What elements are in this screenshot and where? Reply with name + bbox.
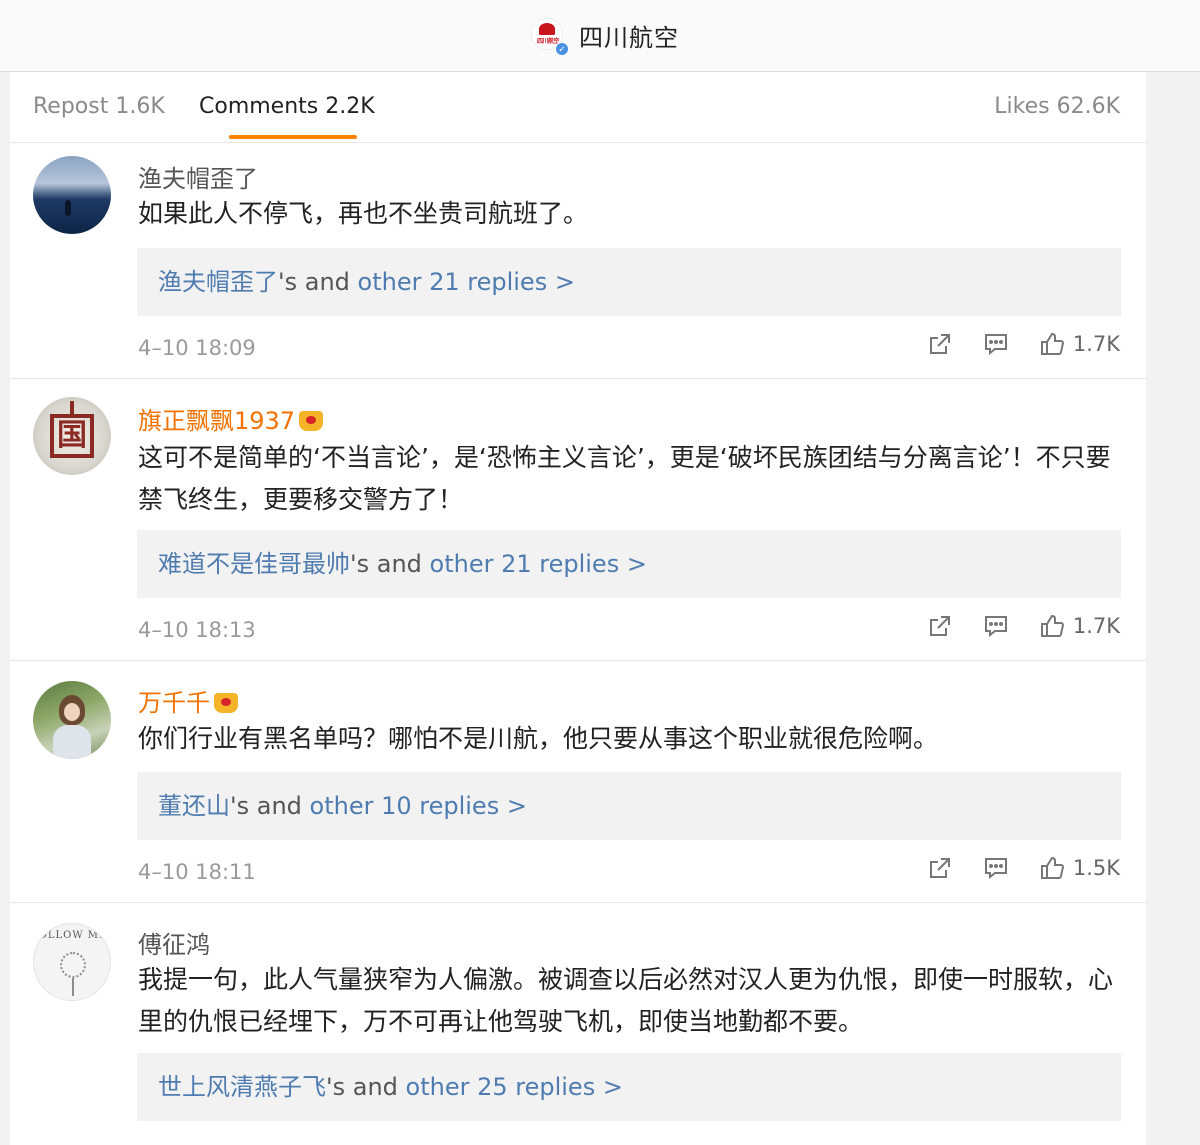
reply-user-name[interactable]: 世上风清燕子飞 [158,1073,326,1101]
reply-user-name[interactable]: 渔夫帽歪了 [158,268,278,296]
top-header: 四川航空 ✓ 四川航空 [0,0,1200,72]
crown-icon [214,693,238,713]
reply-connector: 's and [278,268,358,296]
comment-username[interactable]: 旗正飘飘1937 [138,401,324,436]
reply-connector: 's and [230,792,310,820]
active-tab-indicator [229,135,357,139]
thumbs-up-icon [1040,614,1064,637]
more-replies-link[interactable]: other 21 replies > [430,550,647,578]
comment-actions: 1.5K [897,855,1120,881]
comment-item: 国 旗正飘飘1937 这可不是简单的‘不当言论’，是‘恐怖主义言论’，更是‘破坏… [10,379,1146,661]
verified-icon: ✓ [555,41,569,56]
share-icon[interactable] [927,613,953,639]
avatar[interactable] [33,156,111,234]
comment-item: 万千千 你们行业有黑名单吗？哪怕不是川航，他只要从事这个职业就很危险啊。 董还山… [10,661,1146,903]
comment-text: 如果此人不停飞，再也不坐贵司航班了。 [138,199,589,228]
tab-bar: Repost 1.6K Comments 2.2K Likes 62.6K [10,72,1146,143]
tab-repost[interactable]: Repost 1.6K [33,94,165,119]
tab-comments[interactable]: Comments 2.2K [199,94,375,119]
comment-text: 我提一句，此人气量狭窄为人偏激。被调查以后必然对汉人更为仇恨，即使一时服软，心里… [138,965,1114,1036]
header-account[interactable]: 四川航空 ✓ 四川航空 [531,17,679,56]
comment-icon[interactable] [983,613,1009,639]
replies-link[interactable]: 世上风清燕子飞's and other 25 replies > [137,1053,1121,1121]
avatar[interactable] [33,681,111,759]
share-icon[interactable] [927,331,953,357]
scrollbar-area[interactable] [1146,72,1200,1145]
comment-timestamp: 4–10 18:09 [138,336,256,360]
like-button[interactable]: 1.5K [1039,855,1120,881]
thumbs-up-icon [1040,856,1064,879]
page-title: 四川航空 [579,24,679,52]
more-replies-link[interactable]: other 21 replies > [358,268,575,296]
comment-item: 渔夫帽歪了 如果此人不停飞，再也不坐贵司航班了。 渔夫帽歪了's and oth… [10,143,1146,379]
comment-username[interactable]: 傅征鸿 [138,925,210,960]
airline-logo[interactable]: 四川航空 ✓ [531,17,569,56]
comment-timestamp: 4–10 18:13 [138,618,256,642]
comment-icon[interactable] [983,331,1009,357]
like-count: 1.5K [1072,856,1120,880]
thumbs-up-icon [1040,332,1064,355]
reply-user-name[interactable]: 董还山 [158,792,230,820]
like-count: 1.7K [1072,332,1120,356]
tab-likes[interactable]: Likes 62.6K [994,94,1120,119]
like-count: 1.7K [1072,614,1120,638]
comments-panel: Repost 1.6K Comments 2.2K Likes 62.6K 渔夫… [10,72,1146,1145]
comment-actions: 1.7K [897,613,1120,639]
like-button[interactable]: 1.7K [1039,613,1120,639]
comment-timestamp: 4–10 18:11 [138,860,256,884]
comment-text: 这可不是简单的‘不当言论’，是‘恐怖主义言论’，更是‘破坏民族团结与分离言论’！… [138,443,1111,514]
reply-connector: 's and [326,1073,406,1101]
share-icon[interactable] [927,855,953,881]
replies-link[interactable]: 董还山's and other 10 replies > [137,772,1121,840]
comment-icon[interactable] [983,855,1009,881]
like-button[interactable]: 1.7K [1039,331,1120,357]
reply-user-name[interactable]: 难道不是佳哥最帅 [158,550,350,578]
comment-username[interactable]: 渔夫帽歪了 [138,159,258,194]
comment-item: OLLOW ME 傅征鸿 我提一句，此人气量狭窄为人偏激。被调查以后必然对汉人更… [10,903,1146,1145]
replies-link[interactable]: 难道不是佳哥最帅's and other 21 replies > [137,530,1121,598]
avatar[interactable]: 国 [33,397,111,475]
reply-connector: 's and [350,550,430,578]
replies-link[interactable]: 渔夫帽歪了's and other 21 replies > [137,248,1121,316]
comment-text: 你们行业有黑名单吗？哪怕不是川航，他只要从事这个职业就很危险啊。 [138,724,939,753]
comment-username[interactable]: 万千千 [138,683,238,718]
more-replies-link[interactable]: other 25 replies > [406,1073,623,1101]
crown-icon [299,411,324,431]
more-replies-link[interactable]: other 10 replies > [310,792,527,820]
comment-actions: 1.7K [897,331,1120,357]
avatar[interactable]: OLLOW ME [33,923,111,1001]
